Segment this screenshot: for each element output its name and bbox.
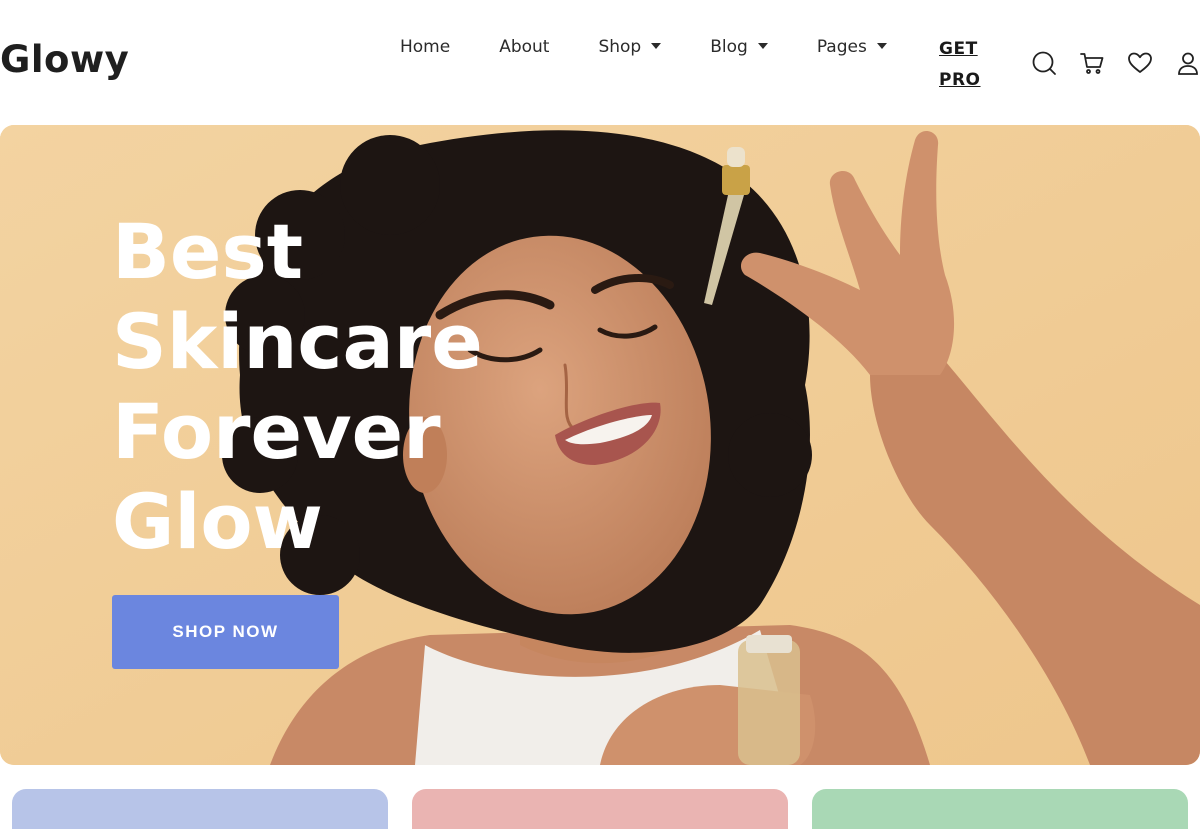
hero-title-line: Best [112,207,304,296]
main-nav: Home About Shop Blog Pages [400,35,887,59]
nav-item-home[interactable]: Home [400,37,450,57]
caret-down-icon [651,43,662,49]
site-header: Glowy Home About Shop Blog Pages GET PRO [0,0,1200,125]
category-card[interactable] [12,789,388,829]
category-card[interactable] [412,789,788,829]
search-icon[interactable] [1031,50,1057,76]
caret-down-icon [757,43,768,49]
cart-icon[interactable] [1079,50,1105,76]
shop-now-button[interactable]: SHOP NOW [112,595,339,669]
category-card[interactable] [812,789,1188,829]
nav-item-about[interactable]: About [499,37,549,57]
nav-item-label: Pages [816,37,867,57]
nav-item-label: Blog [710,37,748,57]
nav-item-label: Home [400,37,451,57]
nav-item-pages[interactable]: Pages [817,37,887,57]
nav-item-shop[interactable]: Shop [598,37,662,57]
user-icon[interactable] [1175,50,1200,76]
brand-logo[interactable]: Glowy [0,36,129,84]
category-cards [0,789,1200,829]
hero-title-line: Forever [112,387,441,476]
nav-item-label: Shop [598,37,642,57]
nav-item-blog[interactable]: Blog [710,37,768,57]
hero-title: Best Skincare Forever Glow [112,207,483,567]
get-pro-link[interactable]: GET PRO [939,34,989,96]
heart-icon[interactable] [1127,50,1153,76]
hero-title-line: Glow [112,477,323,566]
hero-banner: Best Skincare Forever Glow SHOP NOW [0,125,1200,765]
nav-item-label: About [499,37,550,57]
hero-title-line: Skincare [112,297,483,386]
caret-down-icon [876,43,887,49]
